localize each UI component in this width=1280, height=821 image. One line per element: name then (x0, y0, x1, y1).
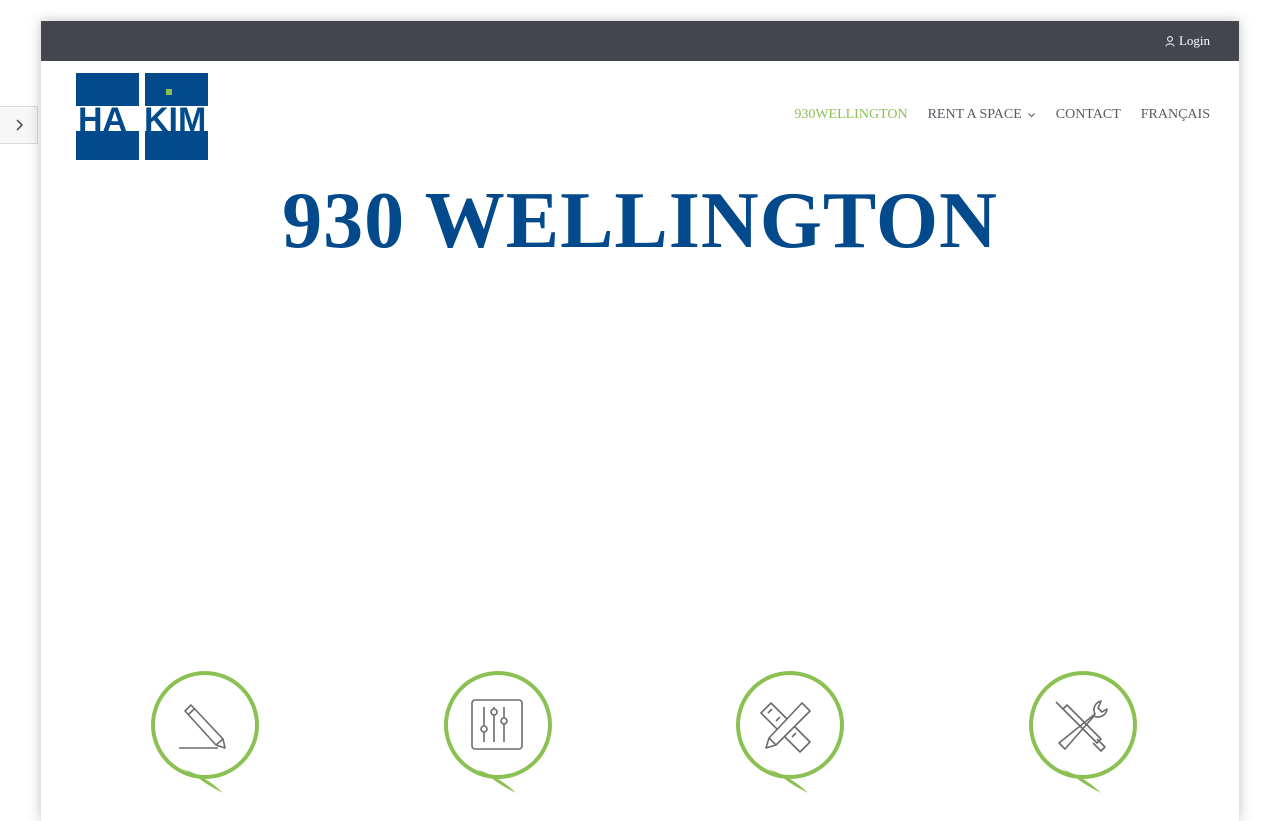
page-frame: Login HA KIM 930WELLINGTON RENT A SPACE (41, 21, 1239, 821)
site-header: HA KIM 930WELLINGTON RENT A SPACE CONTAC… (41, 61, 1239, 171)
nav-label: FRANÇAIS (1140, 107, 1210, 122)
feature-configure (438, 669, 558, 799)
nav-label: RENT A SPACE (927, 107, 1022, 122)
nav-item-rent-a-space[interactable]: RENT A SPACE (928, 107, 1036, 123)
hakim-logo[interactable]: HA KIM (76, 73, 208, 166)
top-bar: Login (41, 21, 1239, 61)
logo-text-right: KIM (144, 101, 206, 139)
main-nav: 930WELLINGTON RENT A SPACE CONTACT FRANÇ… (794, 107, 1210, 123)
login-link[interactable]: Login (1165, 33, 1210, 49)
nav-item-930wellington[interactable]: 930WELLINGTON (794, 107, 907, 123)
nav-label: 930WELLINGTON (794, 107, 908, 122)
pencil-icon (151, 671, 259, 793)
feature-design (145, 669, 265, 799)
feature-build (1023, 669, 1143, 799)
page-title: 930 WELLINGTON (282, 177, 998, 265)
pencil-ruler-icon (736, 671, 844, 793)
feature-plan (730, 669, 850, 799)
sliders-icon (444, 671, 552, 793)
nav-item-contact[interactable]: CONTACT (1056, 107, 1121, 123)
login-label: Login (1178, 33, 1210, 48)
user-icon (1165, 35, 1175, 47)
side-panel-toggle[interactable] (0, 106, 38, 144)
logo-text-left: HA (78, 101, 127, 139)
tools-icon (1029, 671, 1137, 793)
chevron-right-icon (15, 119, 23, 131)
nav-label: CONTACT (1055, 107, 1121, 122)
chevron-down-icon (1027, 113, 1035, 118)
nav-item-francais[interactable]: FRANÇAIS (1141, 107, 1210, 123)
